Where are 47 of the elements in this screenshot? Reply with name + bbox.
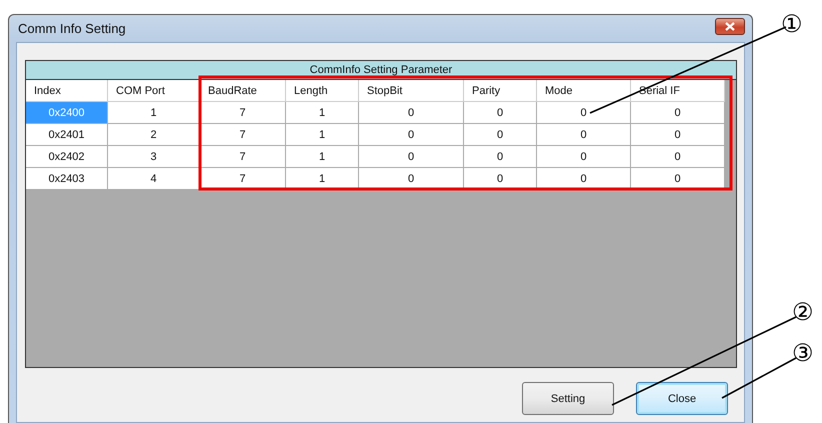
column-header[interactable]: Index — [26, 80, 108, 102]
setting-button[interactable]: Setting — [522, 382, 614, 415]
table-cell: 0 — [631, 146, 725, 168]
table-cell: 0 — [464, 146, 537, 168]
table-cell: 0x2403 — [26, 168, 108, 190]
table-cell: 0 — [359, 146, 464, 168]
column-header[interactable]: Length — [286, 80, 359, 102]
column-header[interactable]: Parity — [464, 80, 537, 102]
table-cell: 1 — [286, 146, 359, 168]
column-header[interactable]: BaudRate — [200, 80, 286, 102]
table-cell: 0 — [464, 124, 537, 146]
table-cell: 0 — [631, 124, 725, 146]
table-cell: 0 — [537, 168, 631, 190]
table-cell: 0x2401 — [26, 124, 108, 146]
table-cell: 1 — [286, 124, 359, 146]
table-cell: 1 — [286, 168, 359, 190]
close-dialog-button[interactable]: Close — [636, 382, 728, 415]
table-cell: 4 — [108, 168, 200, 190]
table-cell: 0 — [631, 168, 725, 190]
window-title: Comm Info Setting — [17, 21, 126, 36]
table-cell: 7 — [200, 124, 286, 146]
table-cell: 0 — [537, 146, 631, 168]
table-cell: 0x2402 — [26, 146, 108, 168]
table-cell: 2 — [108, 124, 200, 146]
table-cell: 0 — [464, 102, 537, 124]
table-cell: 0 — [359, 168, 464, 190]
table-cell: 0 — [359, 102, 464, 124]
callout-number: ① — [781, 12, 803, 36]
callout-number: ③ — [792, 341, 814, 365]
table-cell: 7 — [200, 146, 286, 168]
column-header[interactable]: Serial IF — [631, 80, 725, 102]
callout-number: ② — [792, 300, 814, 324]
table-cell: 7 — [200, 102, 286, 124]
close-icon — [725, 22, 735, 31]
table-cell: 0 — [631, 102, 725, 124]
table-cell: 0 — [537, 102, 631, 124]
column-header[interactable]: StopBit — [359, 80, 464, 102]
table-cell: 1 — [108, 102, 200, 124]
table-cell: 0 — [359, 124, 464, 146]
table-cell: 3 — [108, 146, 200, 168]
close-button[interactable] — [715, 18, 745, 35]
table-cell: 0x2400 — [26, 102, 108, 124]
table-cell: 0 — [464, 168, 537, 190]
table-cell: 1 — [286, 102, 359, 124]
column-header[interactable]: COM Port — [108, 80, 200, 102]
table-cell: 0 — [537, 124, 631, 146]
column-header[interactable]: Mode — [537, 80, 631, 102]
